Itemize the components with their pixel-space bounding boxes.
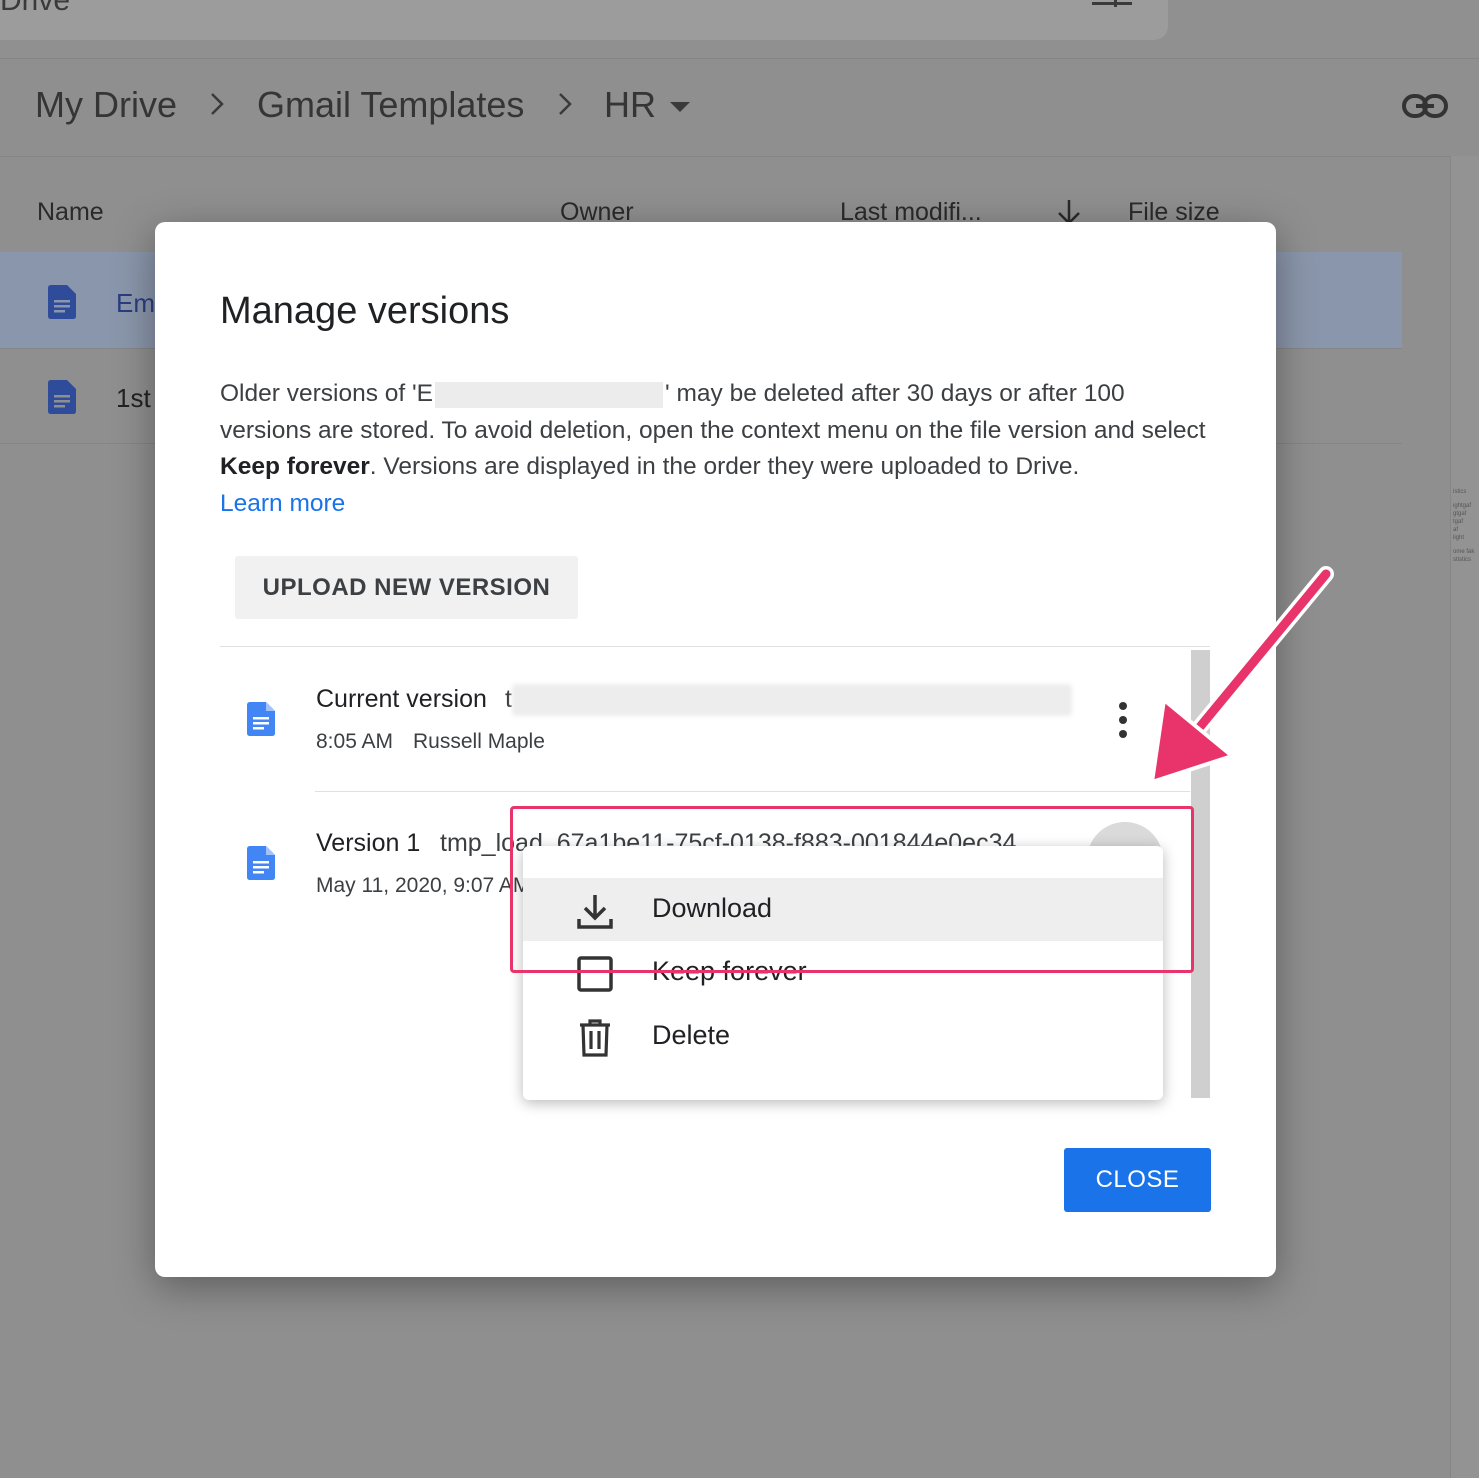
preview-line: ome fak: [1453, 549, 1475, 555]
column-name[interactable]: Name: [37, 198, 104, 227]
search-bar[interactable]: Drive: [0, 0, 1168, 40]
preview-line: ightgaf: [1453, 503, 1472, 509]
redacted-filename: [435, 381, 664, 408]
learn-more-link[interactable]: Learn more: [220, 490, 345, 517]
doc-icon: [247, 846, 275, 880]
doc-icon: [48, 380, 76, 414]
desc-text: Older versions of 'E: [220, 380, 434, 407]
divider: [315, 791, 1190, 792]
top-bar: Drive: [0, 0, 1479, 59]
breadcrumb-hr[interactable]: HR: [604, 84, 656, 126]
menu-item-label: Delete: [652, 1020, 731, 1050]
preview-line: istics: [1453, 489, 1467, 495]
file-name[interactable]: Em: [116, 288, 155, 319]
breadcrumb-my-drive[interactable]: My Drive: [35, 84, 177, 126]
divider: [220, 646, 1210, 647]
keep-forever-emphasis: Keep forever: [220, 453, 370, 480]
version-label: Version 1: [316, 829, 421, 857]
file-name[interactable]: 1st: [116, 383, 151, 414]
preview-line: tgaf: [1453, 519, 1464, 525]
caret-down-icon[interactable]: [670, 102, 690, 112]
version-filename: t: [505, 685, 512, 713]
menu-item-delete[interactable]: Delete: [523, 1005, 1163, 1068]
version-time: May 11, 2020, 9:07 AM: [316, 874, 531, 897]
close-button[interactable]: CLOSE: [1064, 1148, 1211, 1212]
chevron-right-icon: [211, 93, 224, 115]
version-time: 8:05 AM: [316, 730, 394, 753]
preview-line: gtgaf: [1453, 511, 1467, 517]
breadcrumb-gmail-templates[interactable]: Gmail Templates: [257, 84, 524, 126]
annotation-highlight-box: [510, 806, 1194, 973]
more-vert-icon[interactable]: [1110, 698, 1136, 742]
preview-line: light: [1453, 535, 1465, 541]
filter-icon[interactable]: [1092, 0, 1132, 12]
chevron-right-icon: [559, 93, 572, 115]
desc-text: . Versions are displayed in the order th…: [369, 453, 1080, 480]
dialog-title: Manage versions: [220, 290, 510, 332]
version-label: Current version: [316, 685, 487, 713]
preview-line: af: [1453, 527, 1459, 533]
manage-versions-dialog: Manage versions Older versions of 'E ' ma…: [155, 222, 1276, 1277]
version-author: Russell Maple: [413, 730, 545, 753]
redacted-filename: [512, 684, 1072, 716]
dialog-description: Older versions of 'E ' may be deleted aft…: [220, 376, 1210, 522]
link-icon[interactable]: [1402, 92, 1448, 120]
app-title: Drive: [0, 0, 71, 17]
trash-icon: [580, 1019, 610, 1057]
annotation-arrow-icon: [1150, 566, 1334, 784]
doc-icon: [247, 702, 275, 736]
details-panel: [1450, 156, 1479, 1478]
doc-icon: [48, 285, 76, 319]
upload-new-version-button[interactable]: UPLOAD NEW VERSION: [235, 556, 578, 619]
preview-line: stistics: [1453, 557, 1471, 563]
preview-text: istics ightgaf gtgaf tgaf af light ome f…: [1453, 488, 1477, 564]
